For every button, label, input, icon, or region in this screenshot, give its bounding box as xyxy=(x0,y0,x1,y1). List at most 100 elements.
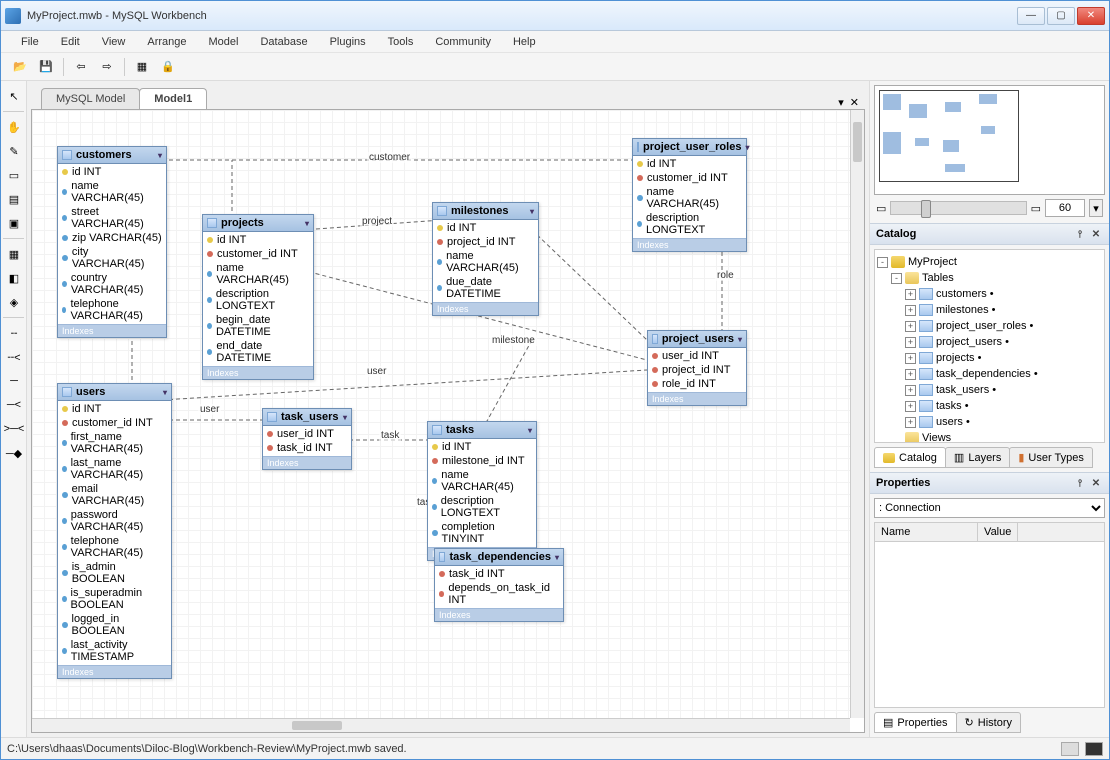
chevron-down-icon[interactable]: ▾ xyxy=(530,207,534,216)
subtab-catalog[interactable]: Catalog xyxy=(874,447,946,468)
chevron-down-icon[interactable]: ▾ xyxy=(745,143,749,152)
er-column[interactable]: is_admin BOOLEAN xyxy=(58,560,171,586)
grid-button[interactable]: ▦ xyxy=(131,56,153,78)
er-column[interactable]: zip VARCHAR(45) xyxy=(58,231,166,245)
er-column[interactable]: country VARCHAR(45) xyxy=(58,271,166,297)
menu-edit[interactable]: Edit xyxy=(51,33,90,51)
tree-toggle[interactable]: + xyxy=(905,337,916,348)
zoom-fit-icon[interactable]: ▭ xyxy=(876,202,886,215)
hand-tool[interactable]: ✋ xyxy=(3,116,25,138)
catalog-table-customers[interactable]: +customers • xyxy=(877,286,1102,302)
er-column[interactable]: telephone VARCHAR(45) xyxy=(58,534,171,560)
catalog-table-task_users[interactable]: +task_users • xyxy=(877,382,1102,398)
catalog-table-task_dependencies[interactable]: +task_dependencies • xyxy=(877,366,1102,382)
er-column[interactable]: id INT xyxy=(203,233,313,247)
menu-model[interactable]: Model xyxy=(199,33,249,51)
er-column[interactable]: milestone_id INT xyxy=(428,454,536,468)
chevron-down-icon[interactable]: ▾ xyxy=(158,151,162,160)
er-column[interactable]: end_date DATETIME xyxy=(203,339,313,365)
er-column[interactable]: name VARCHAR(45) xyxy=(428,468,536,494)
zoom-dropdown[interactable]: ▾ xyxy=(1089,199,1103,217)
catalog-table-users[interactable]: +users • xyxy=(877,414,1102,430)
tree-toggle[interactable]: + xyxy=(905,417,916,428)
catalog-table-milestones[interactable]: +milestones • xyxy=(877,302,1102,318)
zoom-value[interactable]: 60 xyxy=(1045,199,1085,217)
lock-button[interactable]: 🔒 xyxy=(157,56,179,78)
er-column[interactable]: last_name VARCHAR(45) xyxy=(58,456,171,482)
er-table-project-users[interactable]: project_users▾ user_id INTproject_id INT… xyxy=(647,330,747,406)
tree-toggle[interactable]: + xyxy=(905,369,916,380)
er-column[interactable]: email VARCHAR(45) xyxy=(58,482,171,508)
rel-existing-tool[interactable]: ─◆ xyxy=(3,442,25,464)
status-icon-2[interactable] xyxy=(1085,742,1103,756)
routine-tool[interactable]: ◈ xyxy=(3,291,25,313)
indexes-row[interactable]: Indexes xyxy=(435,608,563,621)
maximize-button[interactable]: ▢ xyxy=(1047,7,1075,25)
er-column[interactable]: project_id INT xyxy=(648,363,746,377)
er-column[interactable]: city VARCHAR(45) xyxy=(58,245,166,271)
catalog-table-projects[interactable]: +projects • xyxy=(877,350,1102,366)
menu-arrange[interactable]: Arrange xyxy=(137,33,196,51)
er-column[interactable]: id INT xyxy=(428,440,536,454)
indexes-row[interactable]: Indexes xyxy=(203,366,313,379)
indexes-row[interactable]: Indexes xyxy=(633,238,746,251)
zoom-slider[interactable] xyxy=(890,201,1026,215)
chevron-down-icon[interactable]: ▾ xyxy=(738,335,742,344)
properties-grid[interactable]: Name Value xyxy=(874,522,1105,708)
tree-toggle[interactable]: + xyxy=(905,353,916,364)
er-column[interactable]: customer_id INT xyxy=(203,247,313,261)
eraser-tool[interactable]: ✎ xyxy=(3,140,25,162)
er-table-customers[interactable]: customers▾ id INTname VARCHAR(45)street … xyxy=(57,146,167,338)
tree-toggle[interactable]: + xyxy=(905,305,916,316)
er-table-project-user-roles[interactable]: project_user_roles▾ id INTcustomer_id IN… xyxy=(632,138,747,252)
indexes-row[interactable]: Indexes xyxy=(263,456,351,469)
subtab-properties[interactable]: ▤Properties xyxy=(874,712,957,733)
er-column[interactable]: id INT xyxy=(433,221,538,235)
er-canvas[interactable]: customer customer project project milest… xyxy=(32,110,850,718)
chevron-down-icon[interactable]: ▾ xyxy=(343,413,347,422)
menu-tools[interactable]: Tools xyxy=(378,33,424,51)
catalog-table-tasks[interactable]: +tasks • xyxy=(877,398,1102,414)
er-column[interactable]: is_superadmin BOOLEAN xyxy=(58,586,171,612)
er-column[interactable]: name VARCHAR(45) xyxy=(58,179,166,205)
save-button[interactable]: 💾 xyxy=(35,56,57,78)
catalog-tree[interactable]: -MyProject -Tables +customers •+mileston… xyxy=(874,249,1105,443)
er-column[interactable]: id INT xyxy=(58,165,166,179)
view-tool[interactable]: ◧ xyxy=(3,267,25,289)
close-button[interactable]: ✕ xyxy=(1077,7,1105,25)
note-tool[interactable]: ▤ xyxy=(3,188,25,210)
er-column[interactable]: description LONGTEXT xyxy=(633,211,746,237)
indexes-row[interactable]: Indexes xyxy=(58,324,166,337)
close-icon[interactable]: ✕ xyxy=(1089,476,1103,490)
forward-button[interactable]: ⇨ xyxy=(96,56,118,78)
er-column[interactable]: begin_date DATETIME xyxy=(203,313,313,339)
chevron-down-icon[interactable]: ▾ xyxy=(528,426,532,435)
tab-model1[interactable]: Model1 xyxy=(139,88,207,109)
er-table-tasks[interactable]: tasks▾ id INTmilestone_id INTname VARCHA… xyxy=(427,421,537,561)
er-column[interactable]: name VARCHAR(45) xyxy=(433,249,538,275)
er-table-projects[interactable]: projects▾ id INTcustomer_id INTname VARC… xyxy=(202,214,314,380)
minimap[interactable] xyxy=(874,85,1105,195)
er-column[interactable]: name VARCHAR(45) xyxy=(633,185,746,211)
indexes-row[interactable]: Indexes xyxy=(433,302,538,315)
layer-tool[interactable]: ▭ xyxy=(3,164,25,186)
er-column[interactable]: first_name VARCHAR(45) xyxy=(58,430,171,456)
back-button[interactable]: ⇦ xyxy=(70,56,92,78)
chevron-down-icon[interactable]: ▾ xyxy=(305,219,309,228)
menu-help[interactable]: Help xyxy=(503,33,546,51)
close-icon[interactable]: ✕ xyxy=(1089,227,1103,241)
menu-file[interactable]: File xyxy=(11,33,49,51)
er-column[interactable]: task_id INT xyxy=(435,567,563,581)
catalog-table-project_user_roles[interactable]: +project_user_roles • xyxy=(877,318,1102,334)
er-column[interactable]: customer_id INT xyxy=(58,416,171,430)
menu-view[interactable]: View xyxy=(92,33,136,51)
tree-toggle[interactable]: - xyxy=(891,273,902,284)
er-table-users[interactable]: users▾ id INTcustomer_id INTfirst_name V… xyxy=(57,383,172,679)
rel-1-1-nonid-tool[interactable]: ╌ xyxy=(3,322,25,344)
er-column[interactable]: logged_in BOOLEAN xyxy=(58,612,171,638)
open-button[interactable]: 📂 xyxy=(9,56,31,78)
er-column[interactable]: telephone VARCHAR(45) xyxy=(58,297,166,323)
er-column[interactable]: depends_on_task_id INT xyxy=(435,581,563,607)
er-column[interactable]: description LONGTEXT xyxy=(203,287,313,313)
pin-icon[interactable]: ⫯ xyxy=(1073,227,1087,241)
